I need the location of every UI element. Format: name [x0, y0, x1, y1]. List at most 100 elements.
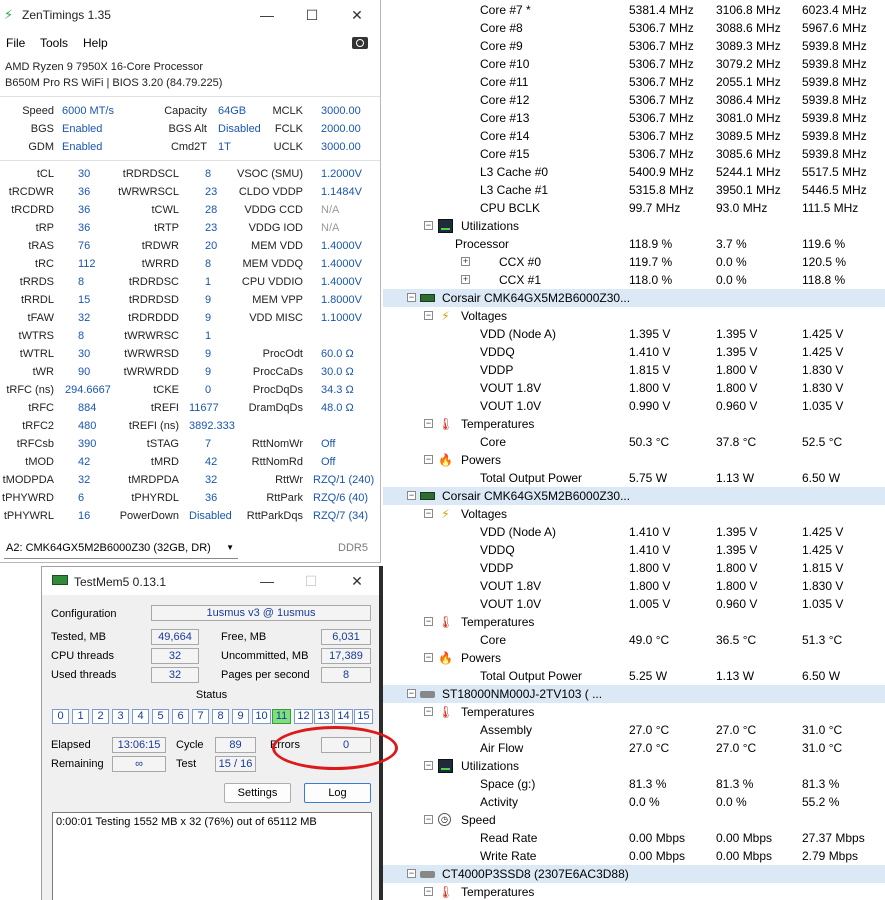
sensor-row[interactable]: L3 Cache #0 5400.9 MHz 5244.1 MHz 5517.5 MH… [383, 163, 885, 181]
sensor-row[interactable]: VDDP 1.800 V 1.800 V 1.815 V [383, 559, 885, 577]
sensor-row[interactable]: Write Rate 0.00 Mbps 0.00 Mbps 2.79 Mbps [383, 847, 885, 865]
collapse-icon[interactable]: − [424, 617, 433, 626]
minimize-icon[interactable]: — [252, 4, 282, 26]
test-label: Test [176, 758, 197, 770]
sensor-row[interactable]: VDD (Node A) 1.395 V 1.395 V 1.425 V [383, 325, 885, 343]
minimize-icon[interactable]: — [252, 570, 282, 592]
group-row[interactable]: − 🌡 Temperatures [383, 883, 885, 900]
expand-icon[interactable]: + [461, 275, 470, 284]
collapse-icon[interactable]: − [407, 491, 416, 500]
expand-icon[interactable]: + [461, 257, 470, 266]
sensor-row[interactable]: Core 50.3 °C 37.8 °C 52.5 °C [383, 433, 885, 451]
sensor-label: L3 Cache #1 [480, 183, 549, 197]
sensor-row[interactable]: L3 Cache #1 5315.8 MHz 3950.1 MHz 5446.5 MH… [383, 181, 885, 199]
group-row[interactable]: − ⚡ Voltages [383, 505, 885, 523]
sensor-row[interactable]: Processor 118.9 % 3.7 % 119.6 % [383, 235, 885, 253]
testmem5-titlebar[interactable]: TestMem5 0.13.1 — ☐ ✕ [42, 567, 380, 595]
menu-help[interactable]: Help [83, 36, 108, 50]
timing-value: 9 [205, 312, 212, 324]
zentimings-titlebar[interactable]: ⚡ ZenTimings 1.35 — ☐ ✕ [0, 0, 380, 30]
sensor-row[interactable]: VOUT 1.0V 0.990 V 0.960 V 1.035 V [383, 397, 885, 415]
group-row[interactable]: − ⚡ Voltages [383, 307, 885, 325]
max-value: 1.830 V [802, 579, 844, 593]
sensor-row[interactable]: Core #9 5306.7 MHz 3089.3 MHz 5939.8 MHz [383, 37, 885, 55]
timing-label: RttPark [266, 492, 303, 504]
timing-value: 3000.00 [321, 105, 361, 117]
log-button[interactable]: Log [304, 783, 371, 803]
collapse-icon[interactable]: − [424, 887, 433, 896]
group-row[interactable]: − 🔥 Powers [383, 649, 885, 667]
device-row[interactable]: − ST18000NM000J-2TV103 ( ... [383, 685, 885, 703]
sensor-row[interactable]: Total Output Power 5.75 W 1.13 W 6.50 W [383, 469, 885, 487]
collapse-icon[interactable]: − [424, 311, 433, 320]
log-output[interactable]: 0:00:01 Testing 1552 MB x 32 (76%) out o… [52, 812, 372, 900]
group-row[interactable]: − ◷ Speed [383, 811, 885, 829]
group-row[interactable]: − 🌡 Temperatures [383, 613, 885, 631]
collapse-icon[interactable]: − [407, 869, 416, 878]
group-row[interactable]: − 🌡 Temperatures [383, 703, 885, 721]
menu-file[interactable]: File [6, 36, 25, 50]
sensor-row[interactable]: Core #12 5306.7 MHz 3086.4 MHz 5939.8 MHz [383, 91, 885, 109]
current-value: 0.00 Mbps [629, 831, 686, 845]
device-row[interactable]: − Corsair CMK64GX5M2B6000Z30... [383, 289, 885, 307]
sensor-row[interactable]: Assembly 27.0 °C 27.0 °C 31.0 °C [383, 721, 885, 739]
min-value: 2055.1 MHz [716, 75, 781, 89]
sensor-row[interactable]: Core #14 5306.7 MHz 3089.5 MHz 5939.8 MHz [383, 127, 885, 145]
sensor-row[interactable]: VDDQ 1.410 V 1.395 V 1.425 V [383, 541, 885, 559]
sensor-row[interactable]: Space (g:) 81.3 % 81.3 % 81.3 % [383, 775, 885, 793]
sensor-row[interactable]: CPU BCLK 99.7 MHz 93.0 MHz 111.5 MHz [383, 199, 885, 217]
collapse-icon[interactable]: − [424, 509, 433, 518]
sensor-row[interactable]: Activity 0.0 % 0.0 % 55.2 % [383, 793, 885, 811]
sensor-row[interactable]: Core #8 5306.7 MHz 3088.6 MHz 5967.6 MHz [383, 19, 885, 37]
close-icon[interactable]: ✕ [342, 570, 372, 592]
sensor-row[interactable]: + CCX #0 119.7 % 0.0 % 120.5 % [383, 253, 885, 271]
collapse-icon[interactable]: − [424, 419, 433, 428]
device-row[interactable]: − Corsair CMK64GX5M2B6000Z30... [383, 487, 885, 505]
sensor-row[interactable]: + CCX #1 118.0 % 0.0 % 118.8 % [383, 271, 885, 289]
sensor-row[interactable]: Core 49.0 °C 36.5 °C 51.3 °C [383, 631, 885, 649]
collapse-icon[interactable]: − [424, 653, 433, 662]
sensor-label: Write Rate [480, 849, 537, 863]
settings-button[interactable]: Settings [224, 783, 291, 803]
current-value: 99.7 MHz [629, 201, 681, 215]
sensor-row[interactable]: VOUT 1.8V 1.800 V 1.800 V 1.830 V [383, 577, 885, 595]
status-cell-4: 4 [132, 709, 149, 724]
sensor-row[interactable]: Air Flow 27.0 °C 27.0 °C 31.0 °C [383, 739, 885, 757]
sensor-row[interactable]: VDD (Node A) 1.410 V 1.395 V 1.425 V [383, 523, 885, 541]
group-row[interactable]: − Utilizations [383, 757, 885, 775]
status-cell-3: 3 [112, 709, 129, 724]
sensor-row[interactable]: Core #11 5306.7 MHz 2055.1 MHz 5939.8 MHz [383, 73, 885, 91]
sensor-row[interactable]: Core #10 5306.7 MHz 3079.2 MHz 5939.8 MHz [383, 55, 885, 73]
sensor-row[interactable]: Core #13 5306.7 MHz 3081.0 MHz 5939.8 MHz [383, 109, 885, 127]
group-row[interactable]: − Utilizations [383, 217, 885, 235]
collapse-icon[interactable]: − [407, 689, 416, 698]
sensor-row[interactable]: VDDQ 1.410 V 1.395 V 1.425 V [383, 343, 885, 361]
collapse-icon[interactable]: − [424, 707, 433, 716]
sensor-label: Voltages [461, 507, 508, 521]
device-row[interactable]: − CT4000P3SSD8 (2307E6AC3D88) [383, 865, 885, 883]
menu-tools[interactable]: Tools [40, 36, 68, 50]
min-value: 0.960 V [716, 399, 758, 413]
sensor-row[interactable]: VOUT 1.8V 1.800 V 1.800 V 1.830 V [383, 379, 885, 397]
sensor-row[interactable]: VDDP 1.815 V 1.800 V 1.830 V [383, 361, 885, 379]
sensor-row[interactable]: Total Output Power 5.25 W 1.13 W 6.50 W [383, 667, 885, 685]
maximize-icon[interactable]: ☐ [297, 4, 327, 26]
sensor-row[interactable]: Core #15 5306.7 MHz 3085.6 MHz 5939.8 MHz [383, 145, 885, 163]
collapse-icon[interactable]: − [424, 221, 433, 230]
collapse-icon[interactable]: − [424, 455, 433, 464]
group-row[interactable]: − 🌡 Temperatures [383, 415, 885, 433]
sensor-row[interactable]: VOUT 1.0V 1.005 V 0.960 V 1.035 V [383, 595, 885, 613]
collapse-icon[interactable]: − [424, 815, 433, 824]
close-icon[interactable]: ✕ [342, 4, 372, 26]
sensor-row[interactable]: Read Rate 0.00 Mbps 0.00 Mbps 27.37 Mbps [383, 829, 885, 847]
sensor-row[interactable]: Core #7 * 5381.4 MHz 3106.8 MHz 6023.4 MHz [383, 1, 885, 19]
timing-label: tRRDS [19, 276, 54, 288]
collapse-icon[interactable]: − [424, 761, 433, 770]
timing-label: tPHYWRL [3, 510, 54, 522]
current-value: 5.75 W [629, 471, 668, 485]
module-select[interactable]: A2: CMK64GX5M2B6000Z30 (32GB, DR) ▼ [4, 537, 238, 559]
screenshot-camera-icon[interactable] [352, 37, 368, 49]
group-row[interactable]: − 🔥 Powers [383, 451, 885, 469]
config-value[interactable]: 1usmus v3 @ 1usmus [151, 605, 371, 621]
collapse-icon[interactable]: − [407, 293, 416, 302]
